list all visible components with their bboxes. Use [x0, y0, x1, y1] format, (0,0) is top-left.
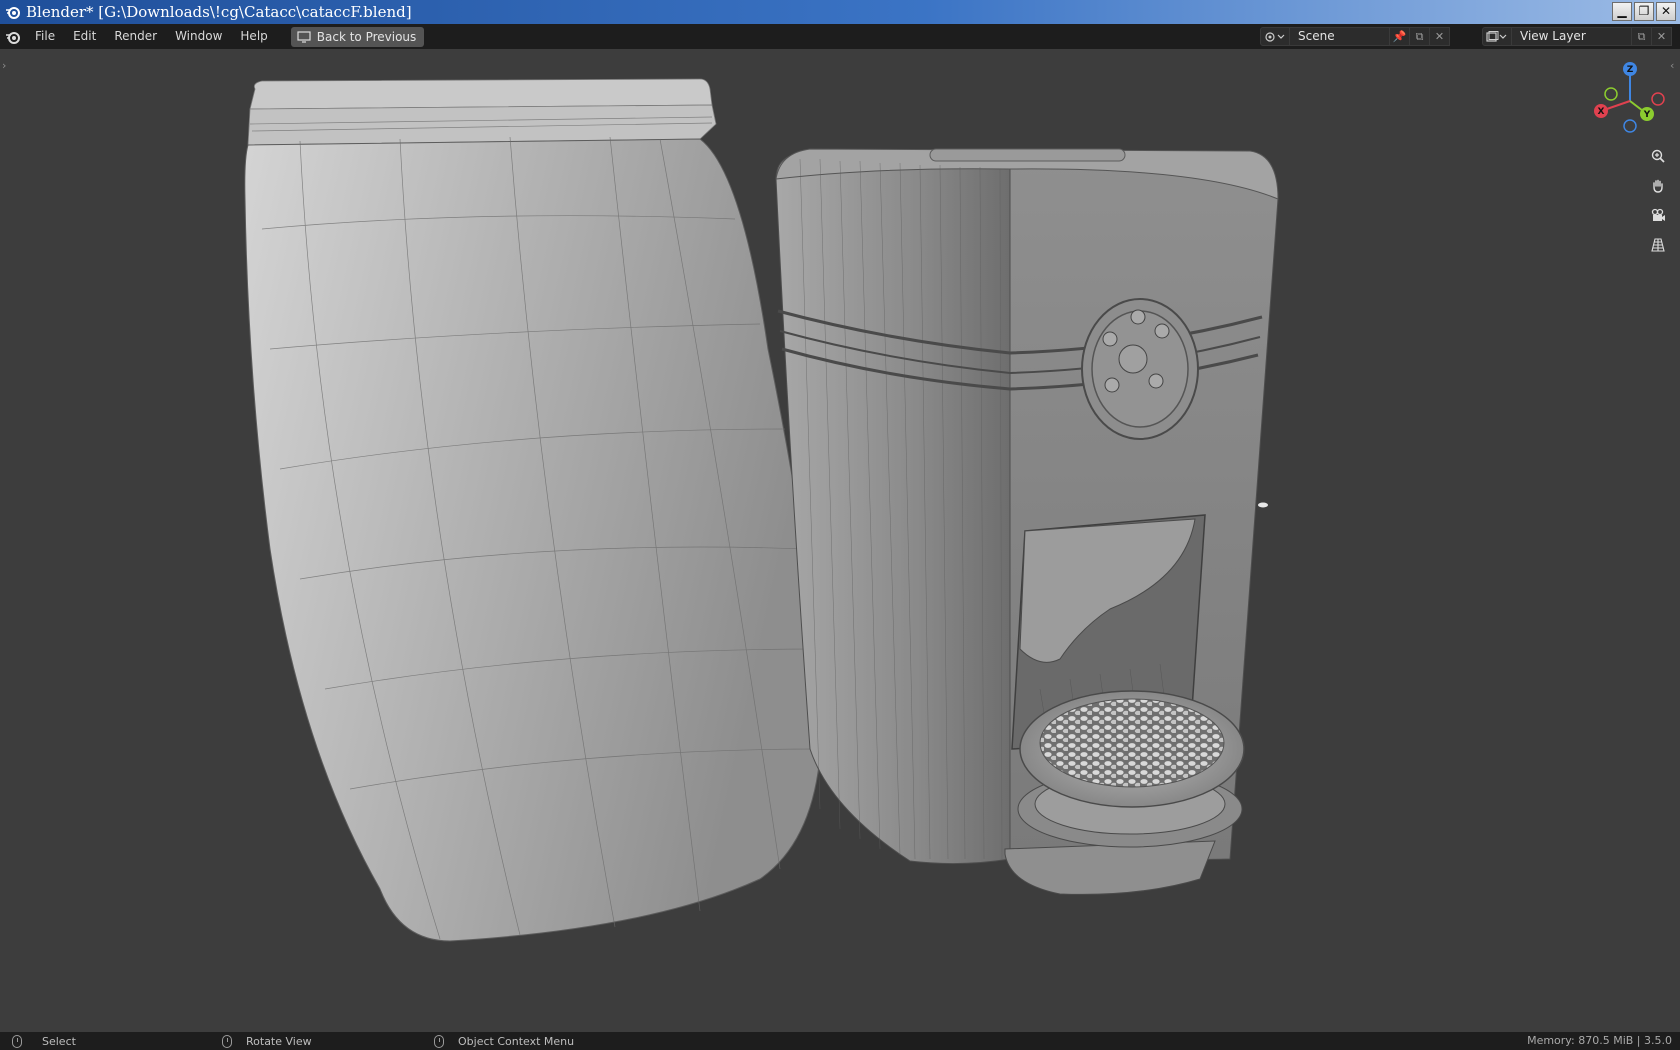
light-object[interactable]	[1258, 502, 1268, 508]
new-scene-icon[interactable]: ⧉	[1410, 27, 1430, 46]
view-layer-dropdown-icon[interactable]	[1482, 27, 1512, 46]
status-select-label: Select	[42, 1034, 76, 1048]
zoom-icon[interactable]	[1645, 143, 1671, 169]
pin-scene-icon[interactable]: 📌	[1390, 27, 1410, 46]
left-mouse-icon	[12, 1034, 22, 1048]
close-button[interactable]: ✕	[1656, 2, 1676, 21]
new-view-layer-icon[interactable]: ⧉	[1632, 27, 1652, 46]
menu-window[interactable]: Window	[166, 24, 231, 49]
camera-view-icon[interactable]	[1645, 202, 1671, 228]
gizmo-y-label: Y	[1643, 110, 1651, 120]
status-select: Select	[12, 1034, 76, 1048]
toolbar-expand-icon[interactable]: ›	[2, 59, 6, 72]
3d-viewport[interactable]: › ‹ Z X Y	[0, 49, 1680, 1032]
blender-logo-icon[interactable]	[0, 24, 26, 49]
scene-name-field[interactable]: Scene	[1290, 27, 1390, 46]
scene-dropdown-icon[interactable]	[1260, 27, 1290, 46]
delete-scene-icon[interactable]: ✕	[1430, 27, 1450, 46]
viewport-scene	[244, 78, 1279, 942]
status-bar: Select Rotate View Object Context Menu M…	[0, 1032, 1680, 1050]
middle-mouse-icon	[222, 1034, 232, 1048]
back-to-previous-button[interactable]: Back to Previous	[290, 26, 425, 47]
view-layer-name-field[interactable]: View Layer	[1512, 27, 1632, 46]
menu-edit[interactable]: Edit	[64, 24, 105, 49]
back-to-previous-label: Back to Previous	[316, 29, 417, 44]
menu-help[interactable]: Help	[231, 24, 276, 49]
view-layer-selector: View Layer ⧉ ✕	[1482, 27, 1672, 46]
perspective-grid-icon[interactable]	[1645, 232, 1671, 258]
scene-selector: Scene 📌 ⧉ ✕	[1260, 27, 1450, 46]
gizmo-x-label: X	[1598, 107, 1605, 117]
status-context-menu: Object Context Menu	[434, 1034, 575, 1048]
top-menu-bar: File Edit Render Window Help Back to Pre…	[0, 24, 1680, 49]
pan-hand-icon[interactable]	[1645, 173, 1671, 199]
screen-icon	[297, 30, 311, 43]
navigation-gizmo[interactable]: Z X Y	[1590, 61, 1670, 141]
blender-app-icon	[4, 3, 22, 21]
title-bar: Blender* [G:\Downloads\!cg\Catacc\catacc…	[0, 0, 1680, 24]
gizmo-z-label: Z	[1627, 65, 1634, 75]
delete-view-layer-icon[interactable]: ✕	[1652, 27, 1672, 46]
menu-render[interactable]: Render	[105, 24, 166, 49]
coffee-dispenser-mesh[interactable]	[775, 148, 1279, 895]
right-mouse-icon	[434, 1034, 444, 1048]
minimize-button[interactable]: ▁	[1612, 2, 1632, 21]
status-rotate: Rotate View	[222, 1034, 312, 1048]
memory-version-readout: Memory: 870.5 MiB | 3.5.0	[1527, 1034, 1672, 1047]
status-rotate-label: Rotate View	[246, 1034, 312, 1048]
window-title: Blender* [G:\Downloads\!cg\Catacc\catacc…	[26, 3, 412, 21]
sidebar-expand-icon[interactable]: ‹	[1670, 59, 1674, 72]
menu-file[interactable]: File	[26, 24, 64, 49]
coffee-bag-mesh[interactable]	[244, 78, 823, 942]
window-controls: ▁ ❐ ✕	[1612, 2, 1676, 21]
restore-button[interactable]: ❐	[1634, 2, 1654, 21]
status-context-menu-label: Object Context Menu	[458, 1034, 575, 1048]
